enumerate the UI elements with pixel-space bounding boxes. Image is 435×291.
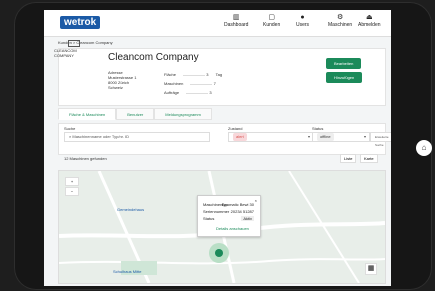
search-input[interactable]: ⌕ Maschinenname oder Typ/nr. ID xyxy=(64,132,210,142)
nav-kunden[interactable]: ▢ Kunden xyxy=(263,14,280,28)
logout-icon: ⏏ xyxy=(365,14,373,21)
app-screen: wetrok ▥ Dashboard ▢ Kunden ● Users ⚙ Ma… xyxy=(44,10,391,286)
machine-icon: ⚙ xyxy=(336,14,344,21)
clipboard-icon: ▢ xyxy=(268,14,275,21)
status-select[interactable]: alert ▾ xyxy=(228,132,314,142)
fact-flaeche: Fläche 3 Tag xyxy=(164,72,223,77)
tab-meldungsprogramm[interactable]: Meldungsprogramm xyxy=(154,108,212,120)
zoom-in-button[interactable]: + xyxy=(65,177,79,186)
nav-dashboard[interactable]: ▥ Dashboard xyxy=(224,14,248,28)
tab-benutzer[interactable]: Benutzer xyxy=(116,108,155,120)
home-icon: ⌂ xyxy=(421,143,427,152)
zoom-out-button[interactable]: − xyxy=(65,187,79,196)
edit-button[interactable]: Bearbeiten xyxy=(326,58,362,69)
search-label: Suche xyxy=(64,126,76,131)
address-block: Adresse Musterstrasse 1 8000 Zürich Schw… xyxy=(108,70,137,90)
company-facts: Fläche 3 Tag Maschinen 7 Aufträge 3 xyxy=(164,70,222,97)
nav-maschinen[interactable]: ⚙ Maschinen xyxy=(328,14,352,28)
status-label: Zustand xyxy=(228,126,243,131)
status2-select[interactable]: offline ▾ xyxy=(312,132,370,142)
tabs: Fläche & Maschinen Benutzer Meldungsprog… xyxy=(58,108,384,120)
details-link[interactable]: Details anschauen xyxy=(216,226,249,231)
user-icon: ● xyxy=(300,14,305,21)
chevron-down-icon: ▾ xyxy=(307,134,310,139)
nav-users[interactable]: ● Users xyxy=(296,14,309,28)
close-icon[interactable]: × xyxy=(255,198,257,203)
add-button[interactable]: Hinzufügen xyxy=(326,72,363,83)
company-name: Cleancom Company xyxy=(108,52,199,63)
chevron-down-icon: ▾ xyxy=(363,134,366,139)
search-icon: ⌕ xyxy=(69,134,72,139)
map-label: Schulhaus Mitte xyxy=(113,269,142,274)
advanced-search-button[interactable]: Erweiterte Suche xyxy=(370,132,391,147)
map-label: Gemeindehaus xyxy=(117,207,145,212)
fact-maschinen: Maschinen 7 xyxy=(164,81,216,86)
app-logo[interactable]: wetrok xyxy=(60,16,101,29)
status2-label: Status xyxy=(312,126,324,131)
chart-icon: ▥ xyxy=(232,14,240,21)
map-view-button[interactable]: Karte xyxy=(360,154,378,163)
layers-icon[interactable]: ▦ xyxy=(365,263,377,275)
home-button[interactable]: ⌂ xyxy=(416,140,432,156)
results-count: 12 Maschinen gefunden xyxy=(64,156,107,161)
top-bar: wetrok ▥ Dashboard ▢ Kunden ● Users ⚙ Ma… xyxy=(44,10,391,37)
tab-flaeche-maschinen[interactable]: Fläche & Maschinen xyxy=(58,108,117,120)
nav-abmelden[interactable]: ⏏ Abmelden xyxy=(358,14,381,28)
fact-auftraege: Aufträge 3 xyxy=(164,90,212,95)
map-view[interactable]: + − Gemeindehaus Schulhaus Mitte × Masch… xyxy=(58,170,386,284)
company-logo: CLEANCOM COMPANY xyxy=(54,40,94,58)
machine-popup: × Maschinentyp Duomatic Bewi 30 Seriennu… xyxy=(197,195,261,237)
list-view-button[interactable]: Liste xyxy=(340,154,357,163)
